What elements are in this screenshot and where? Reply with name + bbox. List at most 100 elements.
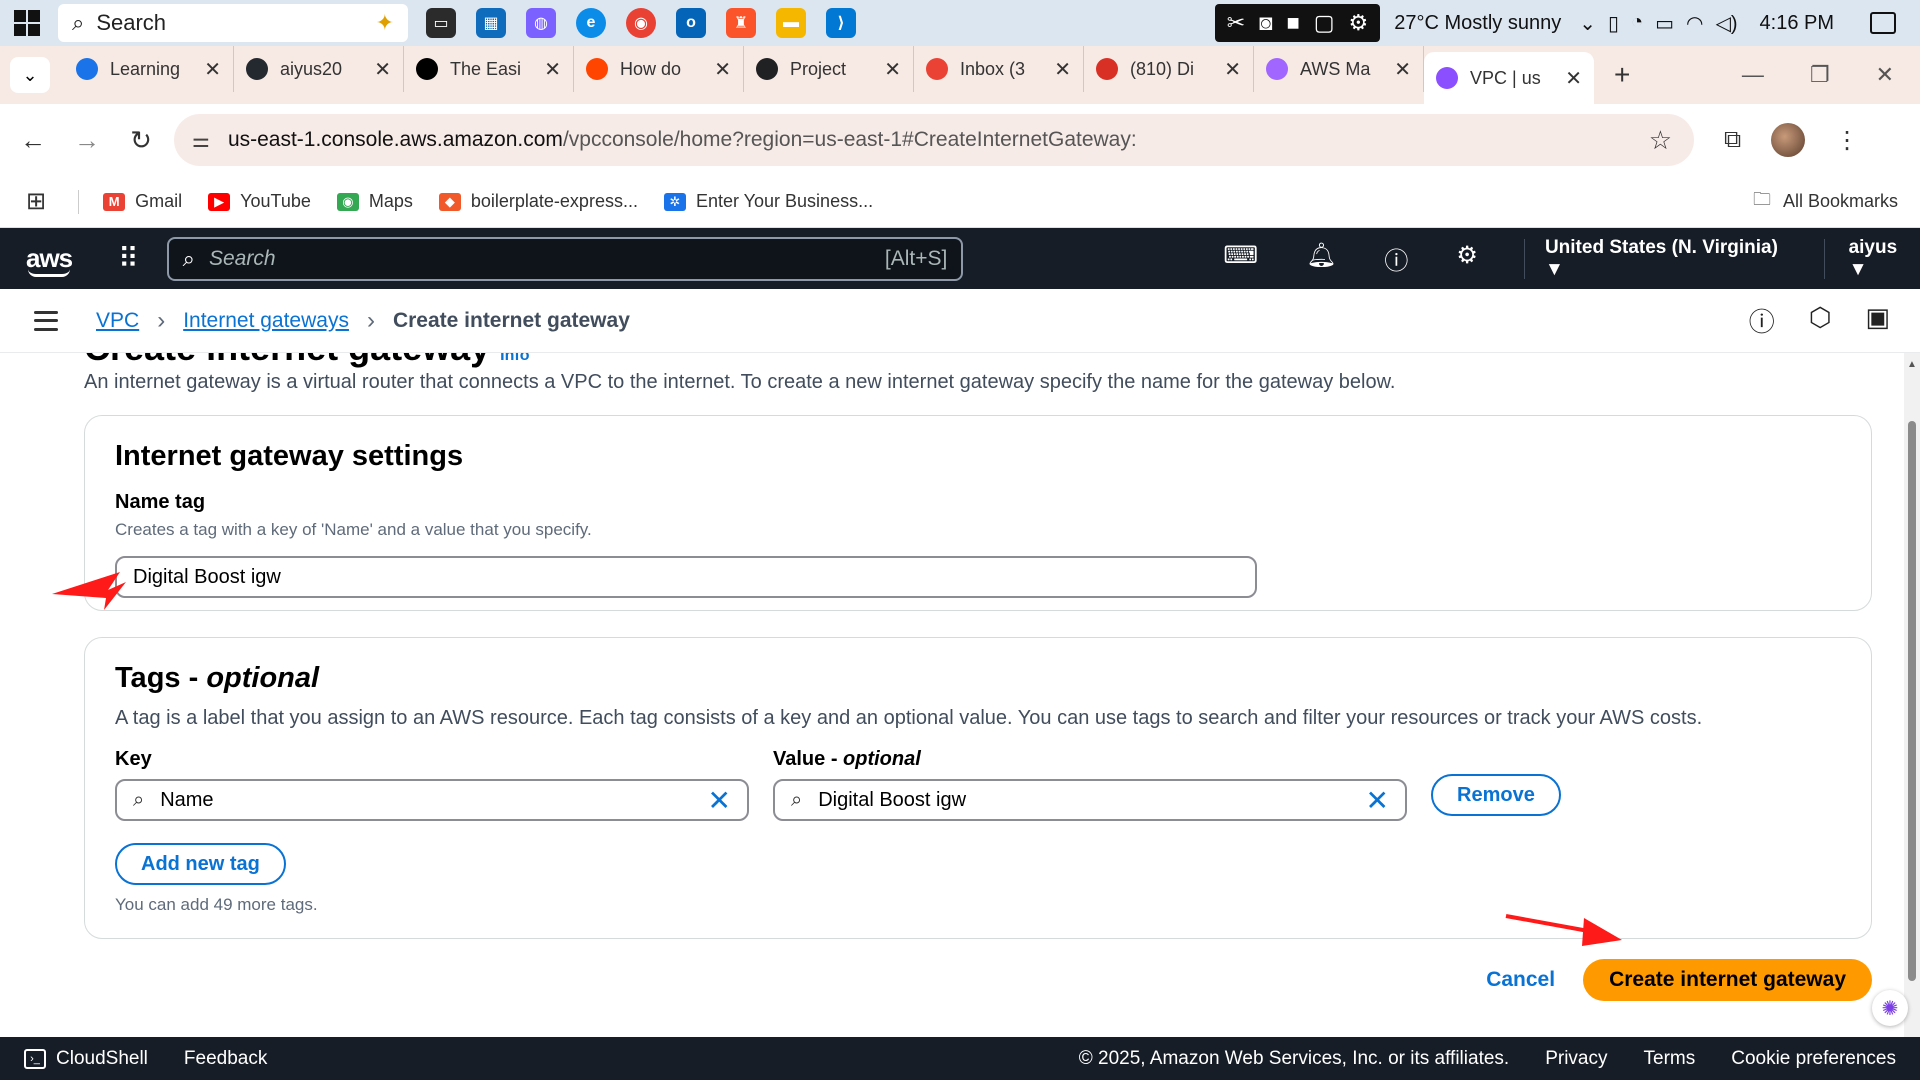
bell-icon[interactable]: 🔔︎ [1306,241,1336,276]
menu-kebab-icon[interactable]: ⋮ [1835,126,1859,155]
help-icon[interactable]: ⓘ [1384,241,1408,276]
weather-text[interactable]: 27°C Mostly sunny [1394,12,1561,35]
store-icon[interactable]: ▦ [476,8,506,38]
tab-search-dropdown[interactable]: ⌄ [10,57,50,93]
settings-hex-icon[interactable]: ⬡ [1809,302,1832,339]
close-tab-icon[interactable]: ✕ [1565,66,1582,91]
profile-avatar[interactable] [1771,123,1806,157]
hamburger-menu-icon[interactable] [34,310,58,331]
browser-tab[interactable]: (810) Di ✕ [1084,46,1254,92]
bookmark-item[interactable]: ✲ Enter Your Business... [663,191,873,212]
feedback-link[interactable]: Feedback [184,1048,267,1070]
cloudshell-icon[interactable]: ⌨ [1223,241,1258,276]
browser-tab[interactable]: How do ✕ [574,46,744,92]
search-icon: ⌕ [182,245,195,271]
apps-grid-icon[interactable]: ⊞ [26,187,46,216]
aws-search-bar[interactable]: ⌕ Search [Alt+S] [166,236,964,281]
close-tab-icon[interactable]: ✕ [1394,57,1411,82]
site-info-icon[interactable]: ⚌ [192,128,210,153]
close-tab-icon[interactable]: ✕ [204,57,221,82]
value-label: Value - optional [773,748,921,770]
gear-icon[interactable]: ⚙ [1456,241,1478,276]
clock[interactable]: 4:16 PM [1760,12,1834,35]
file-explorer-icon[interactable]: ▬ [776,8,806,38]
info-panel-icon[interactable]: ⓘ [1749,302,1775,339]
vscode-icon[interactable]: ⟩ [826,8,856,38]
snip-icon[interactable]: ✂ [1227,10,1245,36]
cloudshell-link[interactable]: ›_ CloudShell [24,1048,148,1070]
settings-gear-icon[interactable]: ⚙ [1349,10,1369,36]
extensions-icon[interactable]: ⧉ [1724,126,1741,154]
copilot-icon[interactable]: ◍ [526,8,556,38]
privacy-link[interactable]: Privacy [1545,1048,1607,1070]
window-capture-icon[interactable]: ▢ [1314,10,1335,36]
bookmark-item[interactable]: ▶ YouTube [208,191,311,212]
info-link[interactable]: Info [500,353,529,364]
taskbar-search[interactable]: ⌕ Search ✦ [58,4,408,42]
cookie-preferences-link[interactable]: Cookie preferences [1731,1048,1896,1070]
page-scrollbar[interactable]: ▲ [1904,353,1920,1037]
create-internet-gateway-button[interactable]: Create internet gateway [1583,959,1872,1001]
notification-icon[interactable] [1870,12,1896,34]
aws-logo[interactable]: aws [26,243,73,277]
close-tab-icon[interactable]: ✕ [1224,57,1241,82]
close-tab-icon[interactable]: ✕ [544,57,561,82]
close-tab-icon[interactable]: ✕ [374,57,391,82]
reload-icon[interactable]: ↻ [114,125,168,156]
bookmark-item[interactable]: M Gmail [103,191,182,212]
all-bookmarks[interactable]: 🗀 All Bookmarks [1753,187,1898,217]
cancel-button[interactable]: Cancel [1484,968,1557,992]
name-tag-input[interactable]: Digital Boost igw [115,556,1257,598]
task-view-icon[interactable]: ▭ [426,8,456,38]
clear-key-icon[interactable]: ✕ [708,784,731,817]
remove-tag-button[interactable]: Remove [1431,774,1561,816]
bookmark-item[interactable]: ◉ Maps [336,191,413,212]
close-tab-icon[interactable]: ✕ [714,57,731,82]
forward-icon[interactable]: → [60,125,114,156]
edge-icon[interactable]: e [576,8,606,38]
scroll-up-icon[interactable]: ▲ [1907,359,1917,370]
close-tab-icon[interactable]: ✕ [884,57,901,82]
chevron-up-icon[interactable]: ⌄ [1579,11,1596,36]
tags-heading: Tags - optional [115,662,320,694]
browser-tab[interactable]: aiyus20 ✕ [234,46,404,92]
restore-icon[interactable]: ❐ [1810,62,1830,88]
add-new-tag-button[interactable]: Add new tag [115,843,286,885]
camera-icon[interactable]: ◙ [1259,10,1272,36]
feedback-monitor-icon[interactable]: ▣ [1865,302,1890,339]
account-menu[interactable]: aiyus ▼ [1823,237,1920,280]
brave-icon[interactable]: ♜ [726,8,756,38]
services-grid-icon[interactable]: ⠿ [118,242,139,275]
windows-start-icon[interactable] [14,10,40,36]
tags-card: Tags - optional A tag is a label that yo… [84,637,1872,939]
outlook-icon[interactable]: o [676,8,706,38]
chrome-icon[interactable]: ◉ [626,8,656,38]
minimize-icon[interactable]: — [1742,62,1764,88]
url-bar[interactable]: ⚌ us-east-1.console.aws.amazon.com/vpcco… [174,114,1694,166]
assistant-icon[interactable]: ✺ [1872,990,1908,1026]
video-icon[interactable]: ■ [1286,10,1299,36]
browser-tab[interactable]: Project ✕ [744,46,914,92]
browser-tab[interactable]: AWS Ma ✕ [1254,46,1424,92]
scrollbar-thumb[interactable] [1908,421,1916,981]
bookmark-star-icon[interactable]: ☆ [1649,125,1672,156]
tag-value-input[interactable]: ⌕ Digital Boost igw ✕ [773,779,1407,821]
breadcrumb-internet-gateways[interactable]: Internet gateways [183,309,349,333]
browser-tab[interactable]: The Easi ✕ [404,46,574,92]
breadcrumb-vpc[interactable]: VPC [96,309,139,333]
form-actions: Cancel Create internet gateway [1484,959,1872,1001]
clear-value-icon[interactable]: ✕ [1366,784,1389,817]
terms-link[interactable]: Terms [1644,1048,1696,1070]
tab-favicon-icon [246,58,268,80]
close-tab-icon[interactable]: ✕ [1054,57,1071,82]
browser-tab[interactable]: Inbox (3 ✕ [914,46,1084,92]
tag-key-input[interactable]: ⌕ Name ✕ [115,779,749,821]
close-window-icon[interactable]: ✕ [1876,62,1894,88]
bookmark-item[interactable]: ◆ boilerplate-express... [438,191,638,212]
back-icon[interactable]: ← [6,125,60,156]
new-tab-button[interactable]: + [1614,59,1630,91]
browser-tab[interactable]: Learning ✕ [64,46,234,92]
browser-tab[interactable]: VPC | us ✕ [1424,52,1594,104]
aws-search-placeholder: Search [209,246,276,270]
region-selector[interactable]: United States (N. Virginia) ▼ [1523,237,1798,280]
